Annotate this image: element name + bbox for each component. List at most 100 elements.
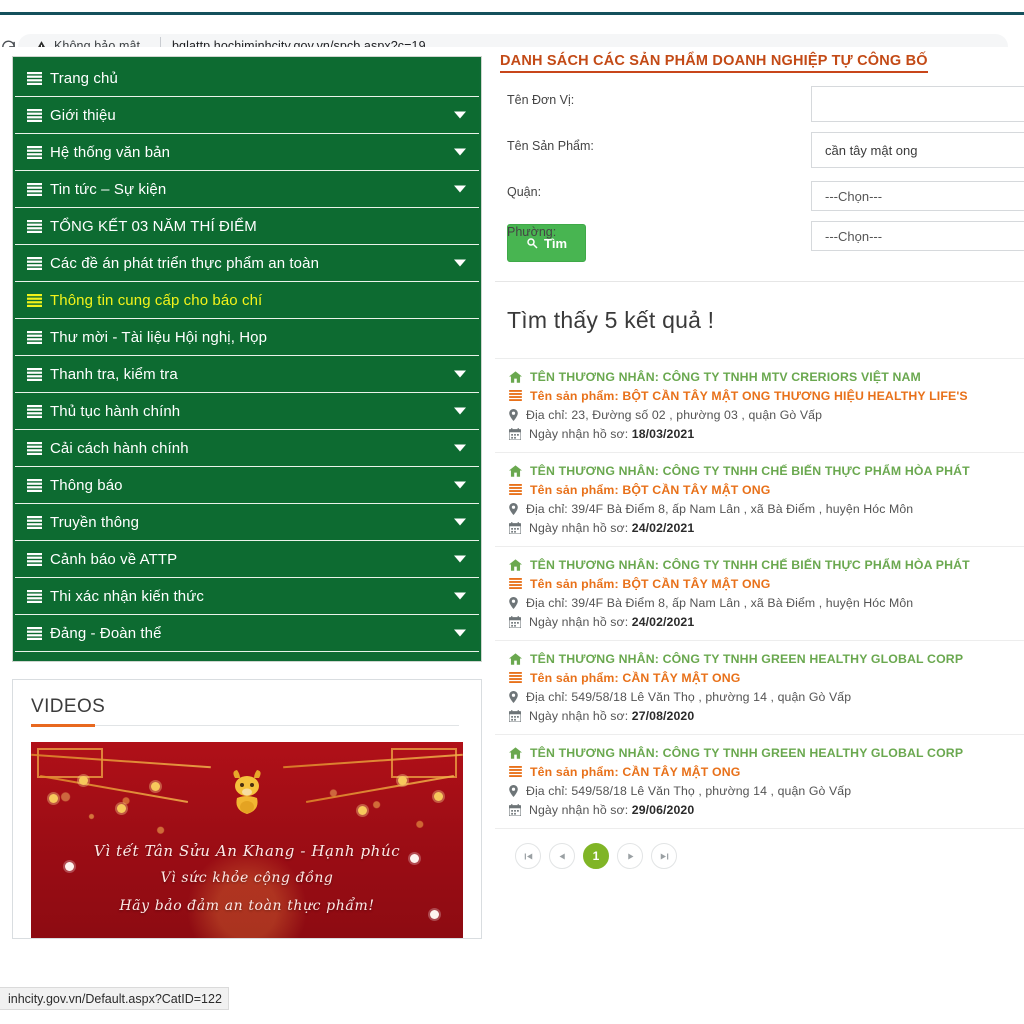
prev-page-icon <box>558 852 567 861</box>
video-thumbnail[interactable]: Vì tết Tân Sửu An Khang - Hạnh phúc Vì s… <box>31 742 463 938</box>
chevron-down-icon[interactable] <box>454 371 466 378</box>
chevron-down-icon[interactable] <box>454 519 466 526</box>
browser-window: Không bảo mật bqlattp.hochiminhcity.gov.… <box>0 0 1024 1024</box>
blossom-flower <box>434 792 443 801</box>
result-merchant-text: TÊN THƯƠNG NHÂN: CÔNG TY TNHH CHẾ BIẾN T… <box>530 558 970 572</box>
result-merchant-text: TÊN THƯƠNG NHÂN: CÔNG TY TNHH GREEN HEAL… <box>530 746 963 760</box>
product-label: Tên sản phẩm: <box>530 483 619 497</box>
result-date-text: Ngày nhận hồ sơ: 18/03/2021 <box>529 427 694 441</box>
merchant-label: TÊN THƯƠNG NHÂN: <box>530 558 659 572</box>
result-product-line: Tên sản phẩm: BỘT CẦN TÂY MẬT ONG <box>509 577 1024 591</box>
sidebar-item-8[interactable]: Thư mời - Tài liệu Hội nghị, Họp <box>15 319 479 356</box>
chevron-down-icon[interactable] <box>454 149 466 156</box>
product-label: Tên sản phẩm: <box>530 389 619 403</box>
menu-bottom-spacer <box>15 652 479 658</box>
chevron-down-icon[interactable] <box>454 260 466 267</box>
chevron-down-icon[interactable] <box>454 112 466 119</box>
result-date-text: Ngày nhận hồ sơ: 29/06/2020 <box>529 803 694 817</box>
list-bars-icon <box>27 146 42 159</box>
sidebar-item-12[interactable]: Thông báo <box>15 467 479 504</box>
pagination-last-button[interactable] <box>651 843 677 869</box>
calendar-icon <box>509 804 521 816</box>
result-date-text: Ngày nhận hồ sơ: 27/08/2020 <box>529 709 694 723</box>
sidebar-item-15[interactable]: Thi xác nhận kiến thức <box>15 578 479 615</box>
list-bars-icon <box>27 109 42 122</box>
blossom-flower <box>79 776 88 785</box>
chevron-down-icon[interactable] <box>454 186 466 193</box>
result-item[interactable]: TÊN THƯƠNG NHÂN: CÔNG TY TNHH GREEN HEAL… <box>495 735 1024 829</box>
address-label: Địa chỉ: <box>526 408 568 422</box>
pagination-page-1[interactable]: 1 <box>583 843 609 869</box>
blossom-flower <box>151 782 160 791</box>
sidebar-item-14[interactable]: Cảnh báo về ATTP <box>15 541 479 578</box>
browser-toolbar: Không bảo mật bqlattp.hochiminhcity.gov.… <box>0 15 1024 46</box>
calendar-icon <box>509 522 521 534</box>
chevron-down-icon[interactable] <box>454 408 466 415</box>
chevron-down-icon[interactable] <box>454 556 466 563</box>
chevron-down-icon[interactable] <box>454 482 466 489</box>
field-value-2: cần tây mật ong <box>825 143 918 158</box>
sidebar-item-10[interactable]: Thủ tục hành chính <box>15 393 479 430</box>
field-label-4: Phường: <box>507 225 556 239</box>
date-value: 27/08/2020 <box>632 709 695 723</box>
sidebar-item-5[interactable]: TỔNG KẾT 03 NĂM THÍ ĐIỂM <box>15 208 479 245</box>
address-label: Địa chỉ: <box>526 690 568 704</box>
sidebar-item-4[interactable]: Tin tức – Sự kiện <box>15 171 479 208</box>
sidebar-item-13[interactable]: Truyền thông <box>15 504 479 541</box>
select-3[interactable]: ---Chọn--- <box>811 181 1024 211</box>
sidebar-item-label: Cải cách hành chính <box>50 440 189 457</box>
result-item[interactable]: TÊN THƯƠNG NHÂN: CÔNG TY TNHH MTV CRERIO… <box>495 359 1024 453</box>
date-label: Ngày nhận hồ sơ: <box>529 521 628 535</box>
chevron-down-icon[interactable] <box>454 593 466 600</box>
merchant-value: CÔNG TY TNHH GREEN HEALTHY GLOBAL CORP <box>663 652 964 666</box>
home-icon <box>509 465 522 477</box>
list-bars-icon <box>27 442 42 455</box>
chevron-down-icon[interactable] <box>454 445 466 452</box>
result-item[interactable]: TÊN THƯƠNG NHÂN: CÔNG TY TNHH CHẾ BIẾN T… <box>495 547 1024 641</box>
chevron-down-icon[interactable] <box>454 630 466 637</box>
pagination-next-button[interactable] <box>617 843 643 869</box>
result-item[interactable]: TÊN THƯƠNG NHÂN: CÔNG TY TNHH GREEN HEAL… <box>495 641 1024 735</box>
result-address-line: Địa chỉ: 549/58/18 Lê Văn Thọ , phường 1… <box>509 690 1024 704</box>
product-label: Tên sản phẩm: <box>530 671 619 685</box>
field-label-2: Tên Sản Phẩm: <box>507 139 594 153</box>
list-bars-icon <box>27 479 42 492</box>
sidebar-item-label: Đảng - Đoàn thể <box>50 625 162 642</box>
sidebar-item-2[interactable]: Giới thiệu <box>15 97 479 134</box>
map-pin-icon <box>509 409 518 421</box>
blossom-flower <box>358 806 367 815</box>
result-item[interactable]: TÊN THƯƠNG NHÂN: CÔNG TY TNHH CHẾ BIẾN T… <box>495 453 1024 547</box>
sidebar-item-3[interactable]: Hệ thống văn bản <box>15 134 479 171</box>
main-navigation-menu: Trang chủ Giới thiệu Hệ thống văn bản Ti… <box>12 56 482 662</box>
result-address-text: Địa chỉ: 549/58/18 Lê Văn Thọ , phường 1… <box>526 690 851 704</box>
sidebar-item-1[interactable]: Trang chủ <box>15 60 479 97</box>
list-bars-icon <box>27 72 42 85</box>
results-section: Tìm thấy 5 kết quả ! TÊN THƯƠNG NHÂN: CÔ… <box>495 282 1024 869</box>
pagination-first-button[interactable] <box>515 843 541 869</box>
list-bars-icon <box>27 294 42 307</box>
map-pin-icon <box>509 785 518 797</box>
address-label: Địa chỉ: <box>526 502 568 516</box>
last-page-icon <box>660 852 669 861</box>
sidebar-item-6[interactable]: Các đề án phát triển thực phẩm an toàn <box>15 245 479 282</box>
pagination-prev-button[interactable] <box>549 843 575 869</box>
field-value-4: ---Chọn--- <box>825 229 882 244</box>
list-bars-icon <box>27 368 42 381</box>
input-2[interactable]: cần tây mật ong <box>811 132 1024 168</box>
result-date-line: Ngày nhận hồ sơ: 18/03/2021 <box>509 427 1024 441</box>
result-address-line: Địa chỉ: 23, Đường số 02 , phường 03 , q… <box>509 408 1024 422</box>
sidebar-item-7[interactable]: Thông tin cung cấp cho báo chí <box>15 282 479 319</box>
home-icon <box>509 653 522 665</box>
list-bars-icon <box>509 766 522 777</box>
input-1[interactable] <box>811 86 1024 122</box>
select-4[interactable]: ---Chọn--- <box>811 221 1024 251</box>
list-bars-icon <box>27 220 42 233</box>
address-value: 39/4F Bà Điểm 8, ấp Nam Lân , xã Bà Điểm… <box>571 596 913 610</box>
sidebar-item-16[interactable]: Đảng - Đoàn thể <box>15 615 479 652</box>
list-bars-icon <box>27 405 42 418</box>
sidebar-item-11[interactable]: Cải cách hành chính <box>15 430 479 467</box>
sidebar-item-9[interactable]: Thanh tra, kiểm tra <box>15 356 479 393</box>
result-address-text: Địa chỉ: 549/58/18 Lê Văn Thọ , phường 1… <box>526 784 851 798</box>
product-value: CẦN TÂY MẬT ONG <box>622 765 740 779</box>
search-panel: DANH SÁCH CÁC SẢN PHẨM DOANH NGHIỆP TỰ C… <box>495 47 1024 282</box>
